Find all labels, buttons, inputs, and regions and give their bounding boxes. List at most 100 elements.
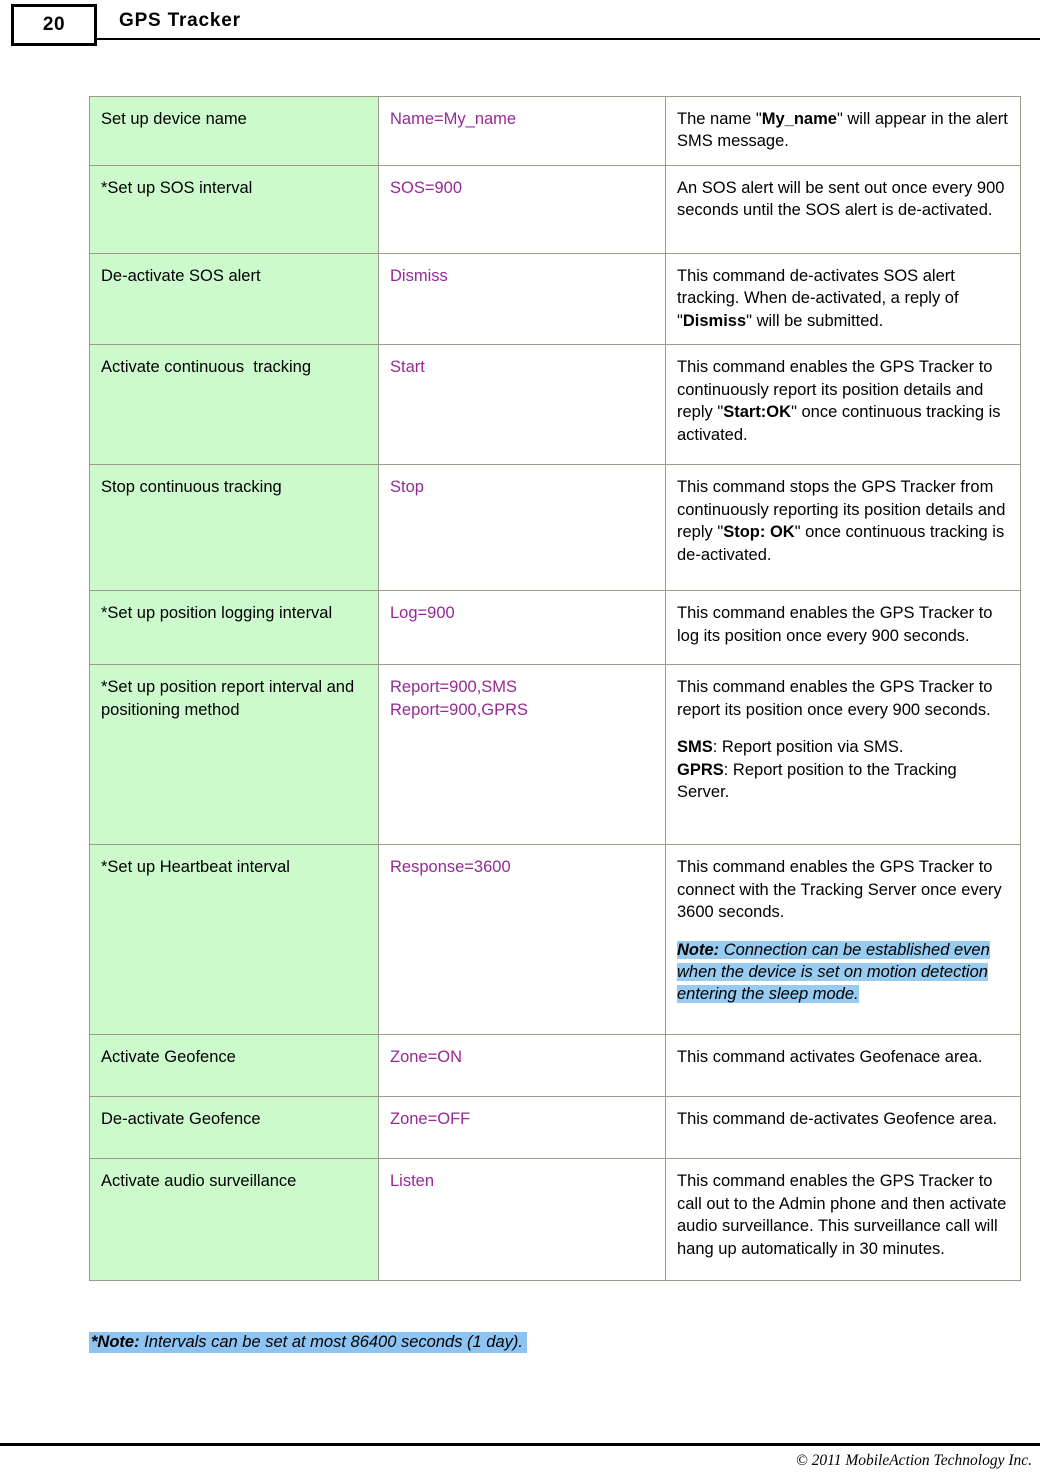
cell-action: Activate continuous tracking (89, 344, 379, 466)
command-text: Stop (390, 478, 424, 497)
action-label: *Set up SOS interval (101, 178, 253, 197)
cell-description: This command enables the GPS Tracker to … (665, 664, 1021, 846)
command-text: Report=900,SMS (390, 678, 518, 697)
action-label: De-activate SOS alert (101, 266, 261, 285)
footer-copyright: © 2011 MobileAction Technology Inc. (795, 1452, 1032, 1469)
cell-command: Report=900,SMS Report=900,GPRS (378, 664, 666, 846)
header-divider (97, 38, 1040, 40)
table-row: De-activate Geofence Zone=OFF This command… (89, 1096, 1021, 1160)
action-label: Activate audio surveillance (101, 1172, 297, 1191)
cell-action: Activate Geofence (89, 1034, 379, 1098)
cell-command: Dismiss (378, 252, 666, 346)
cell-description: This command stops the GPS Tracker from … (665, 464, 1021, 592)
cell-description: This command enables the GPS Tracker to … (665, 844, 1021, 1036)
command-table: Set up device name Name=My_name The name "… (89, 96, 1021, 1282)
description-text: The name " (677, 110, 762, 128)
note-label: Note: (677, 940, 720, 959)
cell-command: SOS=900 (378, 164, 666, 254)
command-text: Name=My_name (390, 110, 517, 128)
cell-command: Zone=OFF (378, 1096, 666, 1160)
table-row: De-activate SOS alert Dismiss This command… (89, 252, 1021, 346)
cell-command: Listen (378, 1158, 666, 1282)
table-row: Stop continuous tracking Stop This command… (89, 464, 1021, 592)
description-emphasis: SMS (677, 738, 713, 757)
table-row: *Set up position logging interval Log=900… (89, 590, 1021, 666)
cell-description: This command de-activates SOS alert trac… (665, 252, 1021, 346)
description-text: This command de-activates Geofence area. (677, 1110, 998, 1129)
cell-command: Zone=ON (378, 1034, 666, 1098)
page-number-box: 20 (11, 4, 97, 46)
cell-action: *Set up position report interval and pos… (89, 664, 379, 846)
cell-command: Start (378, 344, 666, 466)
cell-command: Response=3600 (378, 844, 666, 1036)
action-label: De-activate Geofence (101, 1110, 261, 1129)
command-text: Log=900 (390, 604, 455, 623)
cell-description: This command enables the GPS Tracker to … (665, 344, 1021, 466)
description-text: : Report position via SMS. (712, 738, 904, 757)
cell-command: Name=My_name (378, 96, 666, 166)
cell-command: Stop (378, 464, 666, 592)
description-text: " will be submitted. (746, 311, 884, 330)
cell-description: This command enables the GPS Tracker to … (665, 1158, 1021, 1282)
command-text: Zone=OFF (390, 1110, 471, 1129)
description-emphasis: Dismiss (682, 311, 747, 330)
cell-action: De-activate Geofence (89, 1096, 379, 1160)
table-row: Activate audio surveillance Listen This co… (89, 1158, 1021, 1282)
table-footnote: *Note: Intervals can be set at most 8640… (89, 1332, 527, 1353)
description-emphasis: My_name (761, 110, 837, 128)
cell-command: Log=900 (378, 590, 666, 666)
description-emphasis: Stop: OK (723, 523, 795, 542)
footer-divider (0, 1443, 1040, 1446)
command-text: Dismiss (390, 266, 448, 285)
command-text: SOS=900 (390, 178, 463, 197)
description-text: This command activates Geofenace area. (677, 1048, 983, 1067)
page-title: GPS Tracker (119, 10, 241, 31)
command-text: Report=900,GPRS (390, 700, 529, 719)
description-text: An SOS alert will be sent out once every… (677, 178, 1005, 220)
table-row: Activate Geofence Zone=ON This command act… (89, 1034, 1021, 1098)
description-emphasis: GPRS (677, 760, 724, 779)
command-table-body: Set up device name Name=My_name The name "… (89, 96, 1021, 1282)
cell-action: Activate audio surveillance (89, 1158, 379, 1282)
cell-description: This command activates Geofenace area. (665, 1034, 1021, 1098)
command-text: Listen (390, 1172, 435, 1191)
cell-action: De-activate SOS alert (89, 252, 379, 346)
command-text: Start (390, 358, 425, 377)
action-label: Activate continuous tracking (101, 358, 312, 377)
action-label: *Set up position logging interval (101, 604, 333, 623)
note-highlight: Note: Connection can be established even… (677, 940, 990, 1004)
table-row: *Set up position report interval and pos… (89, 664, 1021, 846)
cell-description: This command de-activates Geofence area. (665, 1096, 1021, 1160)
cell-description: An SOS alert will be sent out once every… (665, 164, 1021, 254)
table-row: Set up device name Name=My_name The name "… (89, 96, 1021, 166)
command-table-container: Set up device name Name=My_name The name "… (89, 96, 1021, 1282)
description-text: This command enables the GPS Tracker to … (677, 1172, 1007, 1258)
cell-action: Stop continuous tracking (89, 464, 379, 592)
table-footnote-text: Intervals can be set at most 86400 secon… (139, 1333, 523, 1351)
cell-description: This command enables the GPS Tracker to … (665, 590, 1021, 666)
description-emphasis: Start:OK (723, 403, 792, 422)
cell-action: *Set up SOS interval (89, 164, 379, 254)
cell-description: The name "My_name" will appear in the al… (665, 96, 1021, 166)
action-label: *Set up position report interval and pos… (101, 678, 359, 719)
command-text: Response=3600 (390, 858, 511, 877)
table-row: *Set up Heartbeat interval Response=3600 T… (89, 844, 1021, 1036)
cell-action: *Set up position logging interval (89, 590, 379, 666)
action-label: Set up device name (101, 110, 247, 128)
table-footnote-highlight: *Note: Intervals can be set at most 8640… (89, 1332, 527, 1353)
command-text: Zone=ON (390, 1048, 462, 1067)
page-header: 20 GPS Tracker (0, 0, 1040, 56)
description-text: This command enables the GPS Tracker to … (677, 604, 993, 645)
cell-action: *Set up Heartbeat interval (89, 844, 379, 1036)
page-number: 20 (42, 14, 66, 35)
table-row: Activate continuous tracking Start This co… (89, 344, 1021, 466)
action-label: *Set up Heartbeat interval (101, 858, 290, 877)
action-label: Activate Geofence (101, 1048, 236, 1067)
action-label: Stop continuous tracking (101, 478, 282, 497)
cell-action: Set up device name (89, 96, 379, 166)
table-row: *Set up SOS interval SOS=900 An SOS alert … (89, 164, 1021, 254)
description-text: This command enables the GPS Tracker to … (677, 858, 1002, 922)
table-footnote-label: *Note: (91, 1333, 140, 1351)
